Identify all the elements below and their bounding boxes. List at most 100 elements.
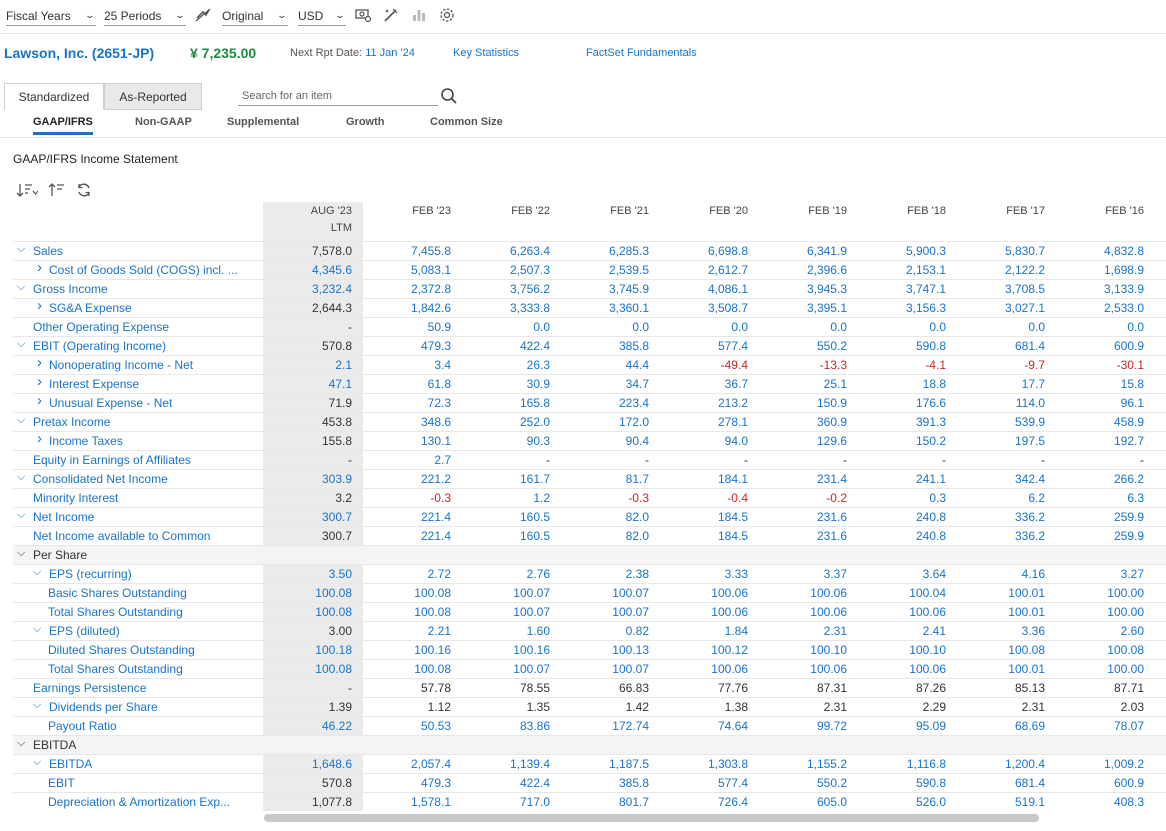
refresh-icon[interactable] xyxy=(76,182,92,201)
value-cell[interactable]: 129.6 xyxy=(757,434,847,448)
value-cell[interactable]: 2,612.7 xyxy=(658,263,748,277)
collapse-chevron-icon[interactable]: ⌵ xyxy=(17,414,25,427)
value-cell[interactable]: 479.3 xyxy=(361,339,451,353)
ltm-value-cell[interactable]: 3,232.4 xyxy=(262,282,352,296)
row-label[interactable]: Net Income xyxy=(33,510,94,524)
value-cell[interactable]: 100.08 xyxy=(361,605,451,619)
value-cell[interactable]: 1,187.5 xyxy=(559,757,649,771)
value-cell[interactable]: 100.16 xyxy=(460,643,550,657)
value-cell[interactable]: 221.4 xyxy=(361,510,451,524)
value-cell[interactable]: 577.4 xyxy=(658,776,748,790)
table-row[interactable]: ⌵ Dividends per Share 1.39 1.12 1.35 1.42 1.38… xyxy=(13,697,1166,716)
value-cell[interactable]: 681.4 xyxy=(955,339,1045,353)
value-cell[interactable]: 600.9 xyxy=(1054,339,1144,353)
value-cell[interactable]: 100.00 xyxy=(1054,605,1144,619)
value-cell[interactable]: 87.26 xyxy=(856,681,946,695)
table-row[interactable]: ⌵ Gross Income 3,232.4 2,372.8 3,756.2 3,745.… xyxy=(13,279,1166,298)
value-cell[interactable]: 2,507.3 xyxy=(460,263,550,277)
value-cell[interactable]: 3,708.5 xyxy=(955,282,1045,296)
value-cell[interactable]: 4.16 xyxy=(955,567,1045,581)
value-cell[interactable]: 342.4 xyxy=(955,472,1045,486)
value-cell[interactable]: 0.0 xyxy=(559,320,649,334)
ltm-value-cell[interactable]: - xyxy=(262,453,352,467)
value-cell[interactable]: 2,057.4 xyxy=(361,757,451,771)
value-cell[interactable]: 81.7 xyxy=(559,472,649,486)
value-cell[interactable]: 2.76 xyxy=(460,567,550,581)
value-cell[interactable]: 87.71 xyxy=(1054,681,1144,695)
row-label[interactable]: EBIT xyxy=(48,776,75,790)
value-cell[interactable]: 100.01 xyxy=(955,605,1045,619)
value-cell[interactable]: 90.3 xyxy=(460,434,550,448)
value-cell[interactable]: 3,756.2 xyxy=(460,282,550,296)
value-cell[interactable]: 1,842.6 xyxy=(361,301,451,315)
value-cell[interactable]: 385.8 xyxy=(559,339,649,353)
sort-ascending-icon[interactable] xyxy=(48,182,66,201)
value-cell[interactable]: 100.06 xyxy=(658,662,748,676)
ltm-value-cell[interactable]: 100.08 xyxy=(262,662,352,676)
subtab-gaap-ifrs[interactable]: GAAP/IFRS xyxy=(33,116,93,135)
value-cell[interactable]: 100.08 xyxy=(1054,643,1144,657)
value-cell[interactable]: 5,830.7 xyxy=(955,244,1045,258)
row-label[interactable]: Dividends per Share xyxy=(49,700,158,714)
ltm-value-cell[interactable]: 47.1 xyxy=(262,377,352,391)
value-cell[interactable]: 213.2 xyxy=(658,396,748,410)
ltm-value-cell[interactable]: 4,345.6 xyxy=(262,263,352,277)
row-label[interactable]: Total Shares Outstanding xyxy=(48,605,183,619)
value-cell[interactable]: 6,341.9 xyxy=(757,244,847,258)
row-label[interactable]: Pretax Income xyxy=(33,415,110,429)
value-cell[interactable]: 2.7 xyxy=(361,453,451,467)
value-cell[interactable]: 0.3 xyxy=(856,491,946,505)
collapse-chevron-icon[interactable]: ⌵ xyxy=(33,623,41,636)
row-label[interactable]: Per Share xyxy=(33,548,87,562)
collapse-chevron-icon[interactable]: ⌵ xyxy=(17,338,25,351)
ltm-value-cell[interactable]: 100.18 xyxy=(262,643,352,657)
value-cell[interactable]: 96.1 xyxy=(1054,396,1144,410)
value-cell[interactable]: 100.06 xyxy=(757,586,847,600)
value-cell[interactable]: 100.10 xyxy=(757,643,847,657)
table-row[interactable]: › SG&A Expense 2,644.3 1,842.6 3,333.8 3,360.… xyxy=(13,297,1166,317)
table-group-row[interactable]: ⌵ Per Share xyxy=(13,545,1166,564)
value-cell[interactable]: 458.9 xyxy=(1054,415,1144,429)
value-cell[interactable]: 590.8 xyxy=(856,776,946,790)
ltm-value-cell[interactable]: - xyxy=(262,320,352,334)
row-label[interactable]: Basic Shares Outstanding xyxy=(48,586,187,600)
value-cell[interactable]: 2.21 xyxy=(361,624,451,638)
ltm-value-cell[interactable]: 453.8 xyxy=(262,415,352,429)
table-row[interactable]: ⌵ Consolidated Net Income 303.9 221.2 161.7 8… xyxy=(13,469,1166,488)
value-cell[interactable]: 192.7 xyxy=(1054,434,1144,448)
value-cell[interactable]: 479.3 xyxy=(361,776,451,790)
value-cell[interactable]: 197.5 xyxy=(955,434,1045,448)
collapse-chevron-icon[interactable]: ⌵ xyxy=(33,699,41,712)
value-cell[interactable]: 100.06 xyxy=(856,662,946,676)
table-row[interactable]: › Nonoperating Income - Net 2.1 3.4 26.3 44.4… xyxy=(13,354,1166,374)
value-cell[interactable]: 2.72 xyxy=(361,567,451,581)
currency-select[interactable]: USD ⌄ xyxy=(298,6,346,26)
value-cell[interactable]: 2,153.1 xyxy=(856,263,946,277)
value-cell[interactable]: 3,333.8 xyxy=(460,301,550,315)
expand-chevron-icon[interactable]: › xyxy=(37,392,42,409)
value-cell[interactable]: 6,285.3 xyxy=(559,244,649,258)
value-cell[interactable]: 176.6 xyxy=(856,396,946,410)
value-cell[interactable]: 100.08 xyxy=(361,586,451,600)
expand-chevron-icon[interactable]: › xyxy=(37,430,42,447)
value-cell[interactable]: 1.60 xyxy=(460,624,550,638)
table-row[interactable]: › Interest Expense 47.1 61.8 30.9 34.7 36.7 25.… xyxy=(13,373,1166,393)
value-cell[interactable]: 231.6 xyxy=(757,529,847,543)
settings-gear-icon[interactable] xyxy=(438,6,456,24)
value-cell[interactable]: 1.84 xyxy=(658,624,748,638)
row-label[interactable]: EBITDA xyxy=(33,738,76,752)
value-cell[interactable]: 259.9 xyxy=(1054,510,1144,524)
value-cell[interactable]: 3.64 xyxy=(856,567,946,581)
ltm-value-cell[interactable]: 2.1 xyxy=(262,358,352,372)
value-cell[interactable]: 100.06 xyxy=(658,586,748,600)
value-cell[interactable]: 600.9 xyxy=(1054,776,1144,790)
subtab-non-gaap[interactable]: Non-GAAP xyxy=(135,116,192,128)
value-cell[interactable]: 726.4 xyxy=(658,795,748,809)
row-label[interactable]: Interest Expense xyxy=(49,377,139,391)
value-cell[interactable]: 539.9 xyxy=(955,415,1045,429)
value-cell[interactable]: 100.06 xyxy=(757,605,847,619)
value-cell[interactable]: 30.9 xyxy=(460,377,550,391)
key-statistics-link[interactable]: Key Statistics xyxy=(453,47,519,59)
swap-icon[interactable] xyxy=(194,6,212,24)
ltm-value-cell[interactable]: 71.9 xyxy=(262,396,352,410)
